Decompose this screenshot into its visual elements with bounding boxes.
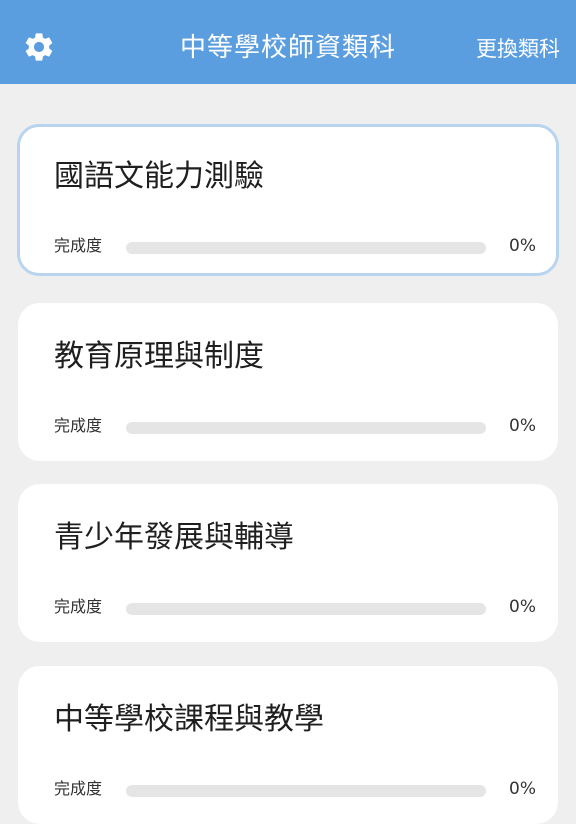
progress-bar [126,242,486,254]
subject-title: 中等學校課程與教學 [54,702,324,737]
progress-bar [126,422,486,434]
progress-label: 完成度 [54,779,103,798]
progress-percent: 0% [509,416,536,436]
subject-title: 青少年發展與輔導 [54,520,294,555]
progress-percent: 0% [509,779,536,799]
progress-bar [126,603,486,615]
progress-bar [126,785,486,797]
progress-percent: 0% [509,236,536,256]
switch-category-button[interactable]: 更換類科 [476,34,560,64]
subject-card-chinese[interactable]: 國語文能力測驗 完成度 0% [17,124,559,276]
app-header: 中等學校師資類科 更換類科 [0,0,576,84]
gear-icon[interactable] [22,30,56,64]
subject-title: 教育原理與制度 [54,339,264,374]
progress-percent: 0% [509,597,536,617]
subject-card-curriculum[interactable]: 中等學校課程與教學 完成度 0% [18,666,558,824]
subject-card-adolescent-development[interactable]: 青少年發展與輔導 完成度 0% [18,484,558,642]
subject-card-education-principles[interactable]: 教育原理與制度 完成度 0% [18,303,558,461]
progress-label: 完成度 [54,236,103,255]
progress-label: 完成度 [54,416,103,435]
subject-title: 國語文能力測驗 [54,159,264,194]
progress-label: 完成度 [54,597,103,616]
